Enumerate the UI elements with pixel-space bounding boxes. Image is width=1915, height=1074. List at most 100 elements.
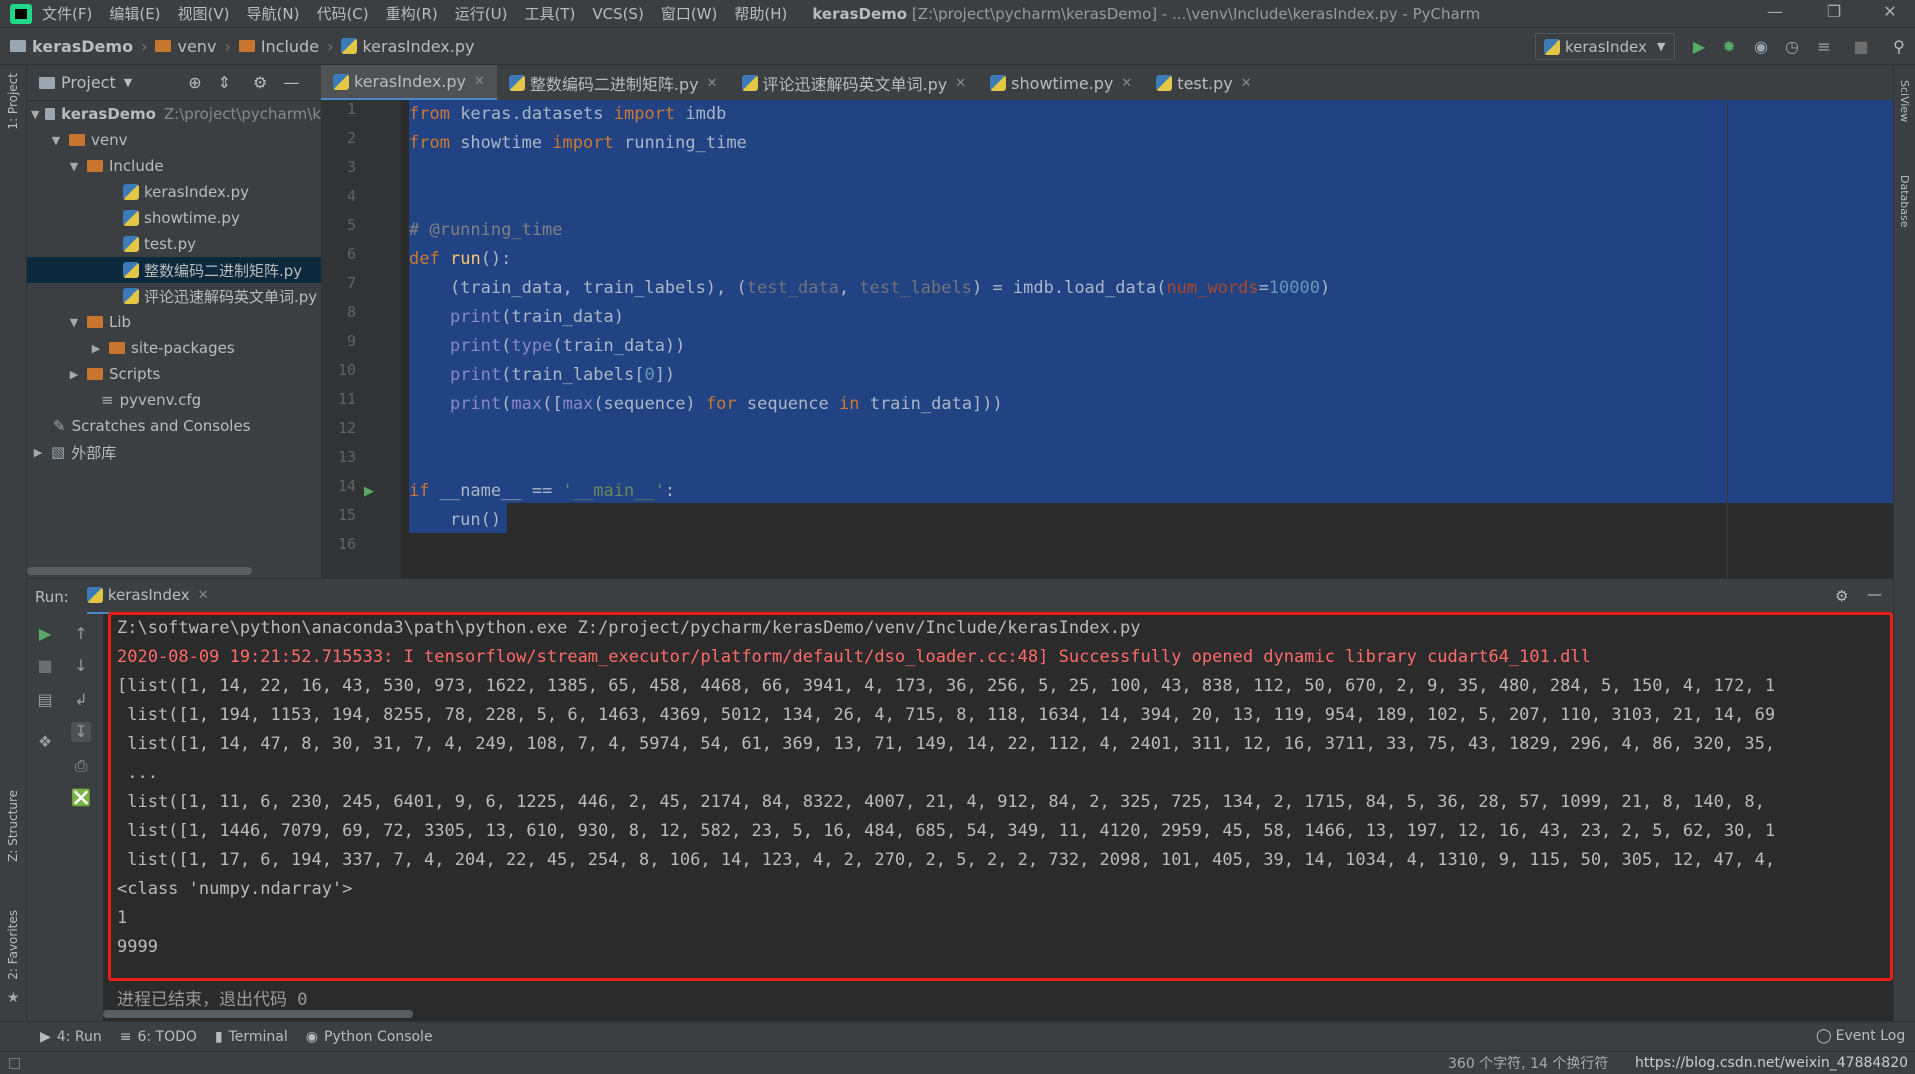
menu-refactor[interactable]: 重构(R)	[386, 3, 438, 24]
menu-tools[interactable]: 工具(T)	[524, 3, 575, 24]
favorites-tool-button[interactable]: 2: Favorites	[6, 910, 20, 980]
build-icon[interactable]: ≡	[1815, 38, 1833, 56]
todo-tool-button[interactable]: ≡ 6: TODO	[120, 1029, 197, 1045]
menu-code[interactable]: 代码(C)	[316, 3, 368, 24]
debug-icon[interactable]: ✹	[1720, 38, 1738, 56]
python-console-tool-button[interactable]: ◉ Python Console	[306, 1029, 433, 1045]
menu-run[interactable]: 运行(U)	[455, 3, 508, 24]
breadcrumb-venv[interactable]: venv	[177, 37, 216, 56]
menu-window[interactable]: 窗口(W)	[661, 3, 718, 24]
tree-item-label: Scratches and Consoles	[71, 417, 251, 435]
trash-icon[interactable]: ❎	[71, 788, 91, 808]
event-log-button[interactable]: ◯ Event Log	[1816, 1028, 1905, 1044]
tree-item-matrix[interactable]: 整数编码二进制矩阵.py	[27, 257, 321, 283]
terminal-tool-button[interactable]: ▮ Terminal	[215, 1029, 288, 1045]
tab-test[interactable]: test.py ✕	[1144, 65, 1263, 101]
horizontal-scrollbar[interactable]	[27, 567, 252, 575]
tab-kerasindex[interactable]: kerasIndex.py ✕	[321, 65, 497, 101]
project-view-select[interactable]: Project	[61, 73, 116, 92]
tree-item-include[interactable]: ▼ Include	[27, 153, 321, 179]
run-icon[interactable]: ▶	[1690, 38, 1708, 56]
close-tab-icon[interactable]: ✕	[198, 588, 209, 603]
breadcrumb-file[interactable]: kerasIndex.py	[362, 37, 474, 56]
tree-item-test[interactable]: test.py	[27, 231, 321, 257]
status-toggle-icon[interactable]: □	[8, 1055, 21, 1071]
database-tool-button[interactable]: Database	[1898, 175, 1911, 228]
tree-item-venv[interactable]: ▼ venv	[27, 127, 321, 153]
rerun-icon[interactable]: ▶	[35, 624, 55, 644]
project-folder-icon	[45, 108, 56, 120]
minimize-icon[interactable]: —	[1755, 2, 1795, 21]
tab-decode[interactable]: 评论迅速解码英文单词.py ✕	[730, 65, 979, 101]
project-tool-button[interactable]: 1: Project	[6, 73, 20, 130]
editor-gutter: 1 2 3 4 5 6 7 8 9 10 11 12 13 14 15 16 ▶	[321, 100, 401, 578]
hide-icon[interactable]: —	[283, 73, 299, 92]
coverage-icon[interactable]: ◉	[1752, 38, 1770, 56]
tree-item-scratches[interactable]: ✎ Scratches and Consoles	[27, 413, 321, 439]
breadcrumb: kerasDemo › venv › Include › kerasIndex.…	[10, 37, 474, 56]
structure-tool-button[interactable]: Z: Structure	[6, 790, 20, 862]
tree-item-pyvenv[interactable]: ≡ pyvenv.cfg	[27, 387, 321, 413]
close-tab-icon[interactable]: ✕	[955, 76, 966, 91]
tree-item-showtime[interactable]: showtime.py	[27, 205, 321, 231]
menu-edit[interactable]: 编辑(E)	[109, 3, 160, 24]
window-title-project: kerasDemo	[812, 4, 908, 23]
breadcrumb-project[interactable]: kerasDemo	[32, 37, 133, 56]
close-tab-icon[interactable]: ✕	[1121, 76, 1132, 91]
run-tool-header: Run: kerasIndex ✕ ⚙ —	[27, 578, 1893, 615]
run-tool-label: 4: Run	[56, 1028, 102, 1045]
close-tab-icon[interactable]: ✕	[707, 76, 718, 91]
gear-icon[interactable]: ⚙	[1835, 587, 1848, 605]
down-arrow-icon[interactable]: ↓	[71, 656, 91, 676]
tree-item-lib[interactable]: ▼ Lib	[27, 309, 321, 335]
soft-wrap-icon[interactable]: ↲	[71, 690, 91, 710]
tree-item-kerasdemo[interactable]: ▼ kerasDemo Z:\project\pycharm\k	[27, 101, 321, 127]
collapsed-arrow-icon: ▶	[69, 367, 79, 381]
python-file-icon	[86, 587, 103, 603]
menu-vcs[interactable]: VCS(S)	[592, 5, 643, 23]
close-tab-icon[interactable]: ✕	[1241, 76, 1252, 91]
close-window-icon[interactable]: ✕	[1870, 2, 1910, 21]
scroll-to-end-icon[interactable]: ↧	[71, 722, 91, 742]
play-icon: ▶	[40, 1028, 51, 1045]
run-tab-kerasindex[interactable]: kerasIndex ✕	[86, 579, 209, 615]
run-configuration-select[interactable]: kerasIndex ▼	[1535, 33, 1675, 60]
breadcrumb-separator-icon: ›	[224, 36, 231, 56]
run-gutter-icon[interactable]: ▶	[364, 484, 374, 499]
stop-icon[interactable]: ■	[35, 656, 55, 676]
tree-item-scripts[interactable]: ▶ Scripts	[27, 361, 321, 387]
restore-icon[interactable]: ❐	[1814, 2, 1854, 21]
layout-icon[interactable]: ▤	[35, 690, 55, 710]
up-arrow-icon[interactable]: ↑	[71, 624, 91, 644]
tab-showtime[interactable]: showtime.py ✕	[978, 65, 1144, 101]
menu-help[interactable]: 帮助(H)	[734, 3, 787, 24]
menu-view[interactable]: 视图(V)	[178, 3, 230, 24]
menu-navigate[interactable]: 导航(N)	[247, 3, 300, 24]
tree-item-external-libs[interactable]: ▶ ▧ 外部库	[27, 439, 321, 465]
python-file-icon	[123, 210, 139, 226]
window-title: kerasDemo [Z:\project\pycharm\kerasDemo]…	[812, 5, 1480, 23]
code-editor[interactable]: from keras.datasets import imdb from sho…	[401, 100, 1893, 578]
run-configuration-label: kerasIndex	[1565, 37, 1647, 56]
tree-item-decode[interactable]: 评论迅速解码英文单词.py	[27, 283, 321, 309]
pin-icon[interactable]: ❖	[35, 732, 55, 752]
breadcrumb-include[interactable]: Include	[261, 37, 319, 56]
stop-icon[interactable]: ■	[1852, 38, 1870, 56]
collapse-all-icon[interactable]: ⇕	[218, 73, 231, 92]
gear-icon[interactable]: ⚙	[253, 73, 267, 92]
print-icon[interactable]: ⎙	[71, 756, 91, 776]
chevron-down-icon[interactable]: ▼	[124, 76, 132, 89]
menu-file[interactable]: 文件(F)	[42, 3, 92, 24]
close-tab-icon[interactable]: ✕	[474, 74, 485, 89]
tab-matrix[interactable]: 整数编码二进制矩阵.py ✕	[497, 65, 730, 101]
console-horizontal-scrollbar[interactable]	[103, 1010, 413, 1018]
locate-icon[interactable]: ⊕	[188, 73, 201, 92]
tree-item-site-packages[interactable]: ▶ site-packages	[27, 335, 321, 361]
search-icon[interactable]: ⚲	[1890, 38, 1908, 56]
run-tool-button[interactable]: ▶ 4: Run	[40, 1029, 102, 1045]
profile-icon[interactable]: ◷	[1783, 38, 1801, 56]
sciview-tool-button[interactable]: SciView	[1898, 80, 1911, 122]
hide-icon[interactable]: —	[1867, 585, 1882, 603]
tree-item-kerasindex[interactable]: kerasIndex.py	[27, 179, 321, 205]
tab-label: 评论迅速解码英文单词.py	[762, 75, 948, 94]
